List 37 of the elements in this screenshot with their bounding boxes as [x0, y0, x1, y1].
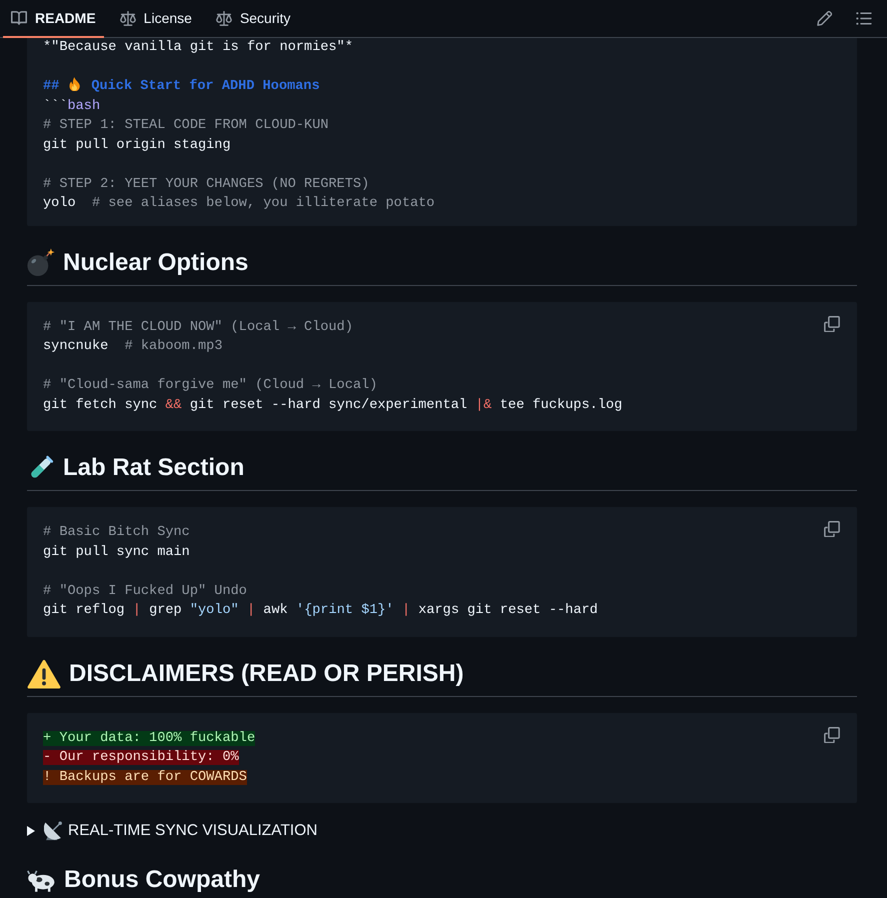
section-heading: Nuclear Options: [63, 248, 248, 278]
code-line: # STEP 2: YEET YOUR CHANGES (NO REGRETS): [43, 176, 370, 192]
tab[interactable]: Security: [208, 0, 299, 38]
book-icon: [11, 11, 27, 25]
pencil-icon[interactable]: [816, 11, 832, 26]
warning-icon: [27, 658, 61, 688]
code-text: Quick Start for ADHD Hoomans: [91, 79, 320, 94]
code-line: git pull sync main: [43, 544, 190, 560]
code-line: yolo # see aliases below, you illiterate potato: [43, 196, 435, 211]
bomb-icon: [27, 248, 55, 277]
copy-icon[interactable]: [824, 726, 840, 742]
code-line: git reflog | grep "yolo" | awk '{print $1}' | xargs git reset --hard: [43, 603, 598, 618]
code-line: *"Because vanilla git is for normies"*: [43, 40, 353, 55]
tab[interactable]: License: [112, 0, 200, 38]
list-icon[interactable]: [856, 12, 872, 25]
scale-icon: [216, 10, 232, 26]
code-line: ```bash: [43, 98, 100, 114]
code-line: git fetch sync && git reset --hard sync/experimental |& tee fuckups.log: [43, 398, 622, 412]
scale-icon: [120, 10, 136, 26]
satellite-dish-icon: [44, 821, 63, 841]
flame-icon: [69, 77, 80, 91]
code-line: git pull origin staging: [43, 138, 231, 152]
collapsible-summary[interactable]: REAL-TIME SYNC VISUALIZATION: [27, 819, 857, 843]
section-heading: DISCLAIMERS (READ OR PERISH): [69, 658, 464, 688]
code-line: syncnuke # kaboom.mp3: [43, 339, 222, 354]
code-line: # STEP 1: STEAL CODE FROM CLOUD-KUN: [43, 118, 329, 133]
code-text: ##: [43, 79, 60, 94]
code-line: # "I AM THE CLOUD NOW" (Local → Cloud): [43, 320, 353, 334]
code-line: # "Cloud-sama forgive me" (Cloud → Local): [43, 378, 378, 393]
copy-icon[interactable]: [824, 521, 840, 537]
section-heading: Lab Rat Section: [63, 453, 244, 483]
code-line: # Basic Bitch Sync: [43, 525, 190, 540]
section-heading: Bonus Cowpathy: [64, 865, 260, 895]
caret-icon[interactable]: [27, 826, 35, 836]
copy-icon[interactable]: [824, 316, 840, 332]
cow-icon: [27, 868, 56, 892]
code-line: # "Oops I Fucked Up" Undo: [43, 584, 247, 598]
